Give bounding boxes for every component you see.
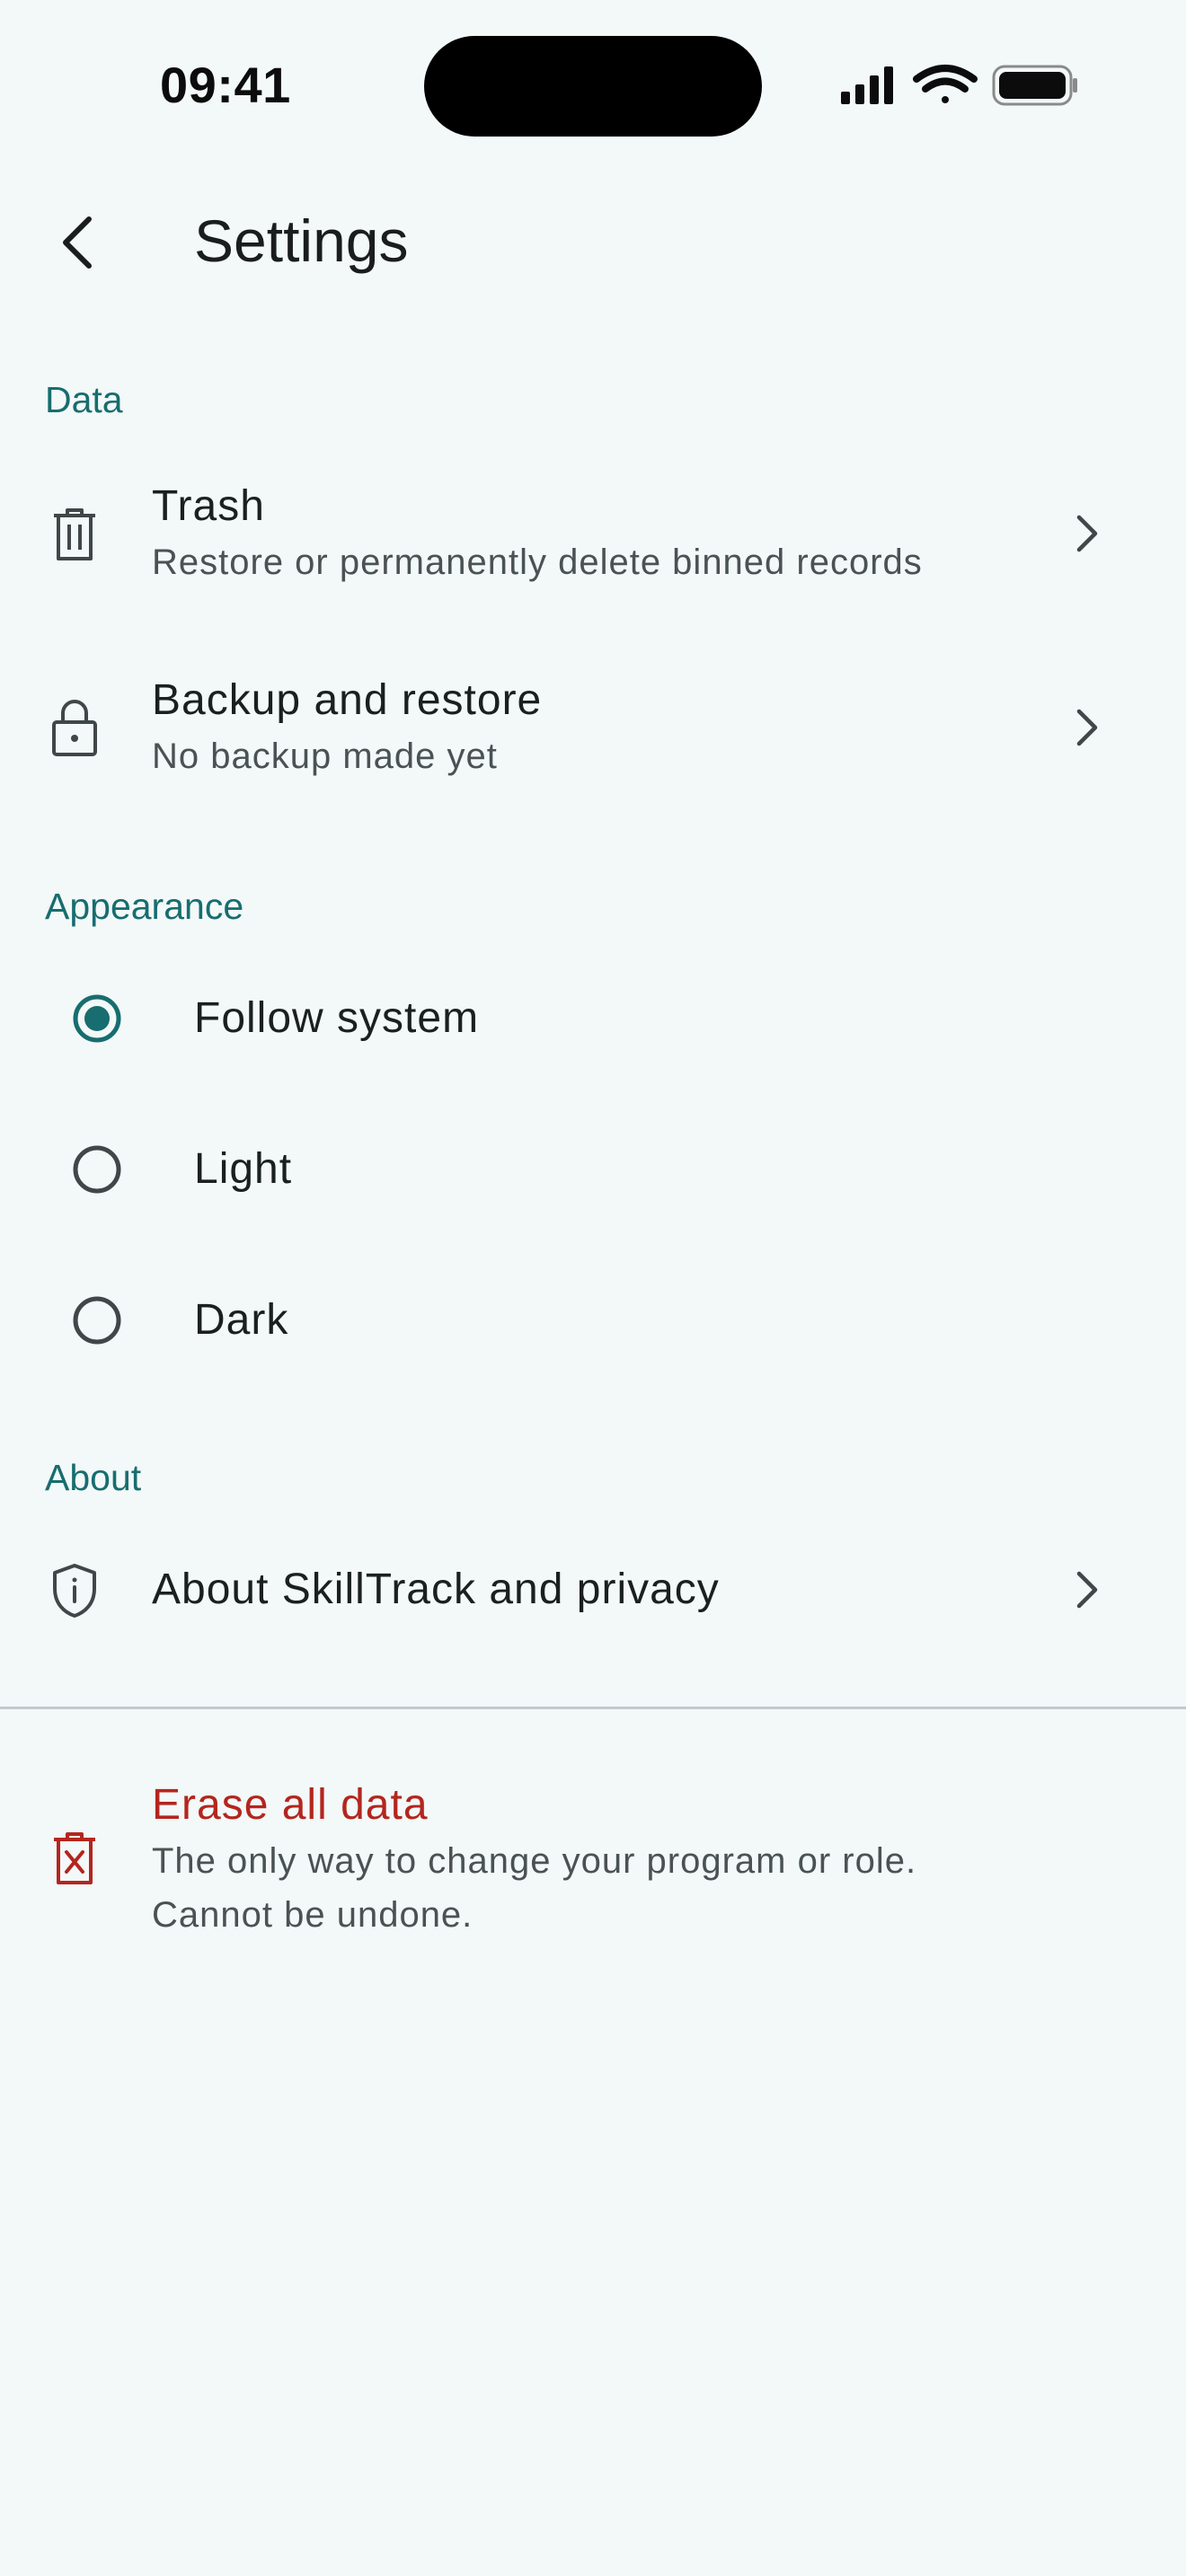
- settings-item-backup[interactable]: Backup and restore No backup made yet: [0, 661, 1186, 796]
- section-divider: [0, 1707, 1186, 1709]
- wifi-icon: [913, 65, 978, 103]
- section-header-appearance: Appearance: [45, 886, 244, 927]
- chevron-right-icon: [1069, 507, 1105, 560]
- radio-selected-icon[interactable]: [72, 993, 122, 1044]
- dynamic-island: [424, 36, 762, 137]
- section-header-about: About: [45, 1457, 142, 1498]
- status-icons: [837, 63, 1080, 108]
- theme-option-follow-system[interactable]: Follow system: [0, 974, 1186, 1063]
- settings-item-subtitle: No backup made yet: [152, 737, 498, 776]
- settings-item-title: Backup and restore: [152, 676, 543, 724]
- theme-option-label: Follow system: [194, 994, 480, 1042]
- settings-item-title: About SkillTrack and privacy: [152, 1566, 720, 1613]
- status-time: 09:41: [160, 57, 291, 113]
- battery-icon: [992, 65, 1077, 106]
- chevron-right-icon: [1069, 1563, 1105, 1617]
- erase-all-data-item[interactable]: Erase all data The only way to change yo…: [0, 1768, 1186, 1956]
- erase-all-data-subtitle-line1: The only way to change your program or r…: [152, 1841, 917, 1881]
- back-arrow-icon: [63, 216, 92, 269]
- settings-item-trash[interactable]: Trash Restore or permanently delete binn…: [0, 467, 1186, 602]
- settings-item-about-privacy[interactable]: About SkillTrack and privacy: [0, 1541, 1186, 1640]
- radio-unselected-icon[interactable]: [72, 1144, 122, 1195]
- theme-option-dark[interactable]: Dark: [0, 1275, 1186, 1365]
- trash-icon: [45, 505, 104, 564]
- radio-unselected-icon[interactable]: [72, 1295, 122, 1345]
- settings-item-subtitle: Restore or permanently delete binned rec…: [152, 543, 923, 582]
- delete-x-icon: [45, 1829, 104, 1888]
- shield-info-icon: [45, 1561, 104, 1620]
- theme-option-label: Light: [194, 1145, 293, 1193]
- page-title: Settings: [194, 207, 409, 274]
- erase-all-data-subtitle-line2: Cannot be undone.: [152, 1895, 474, 1935]
- theme-option-light[interactable]: Light: [0, 1125, 1186, 1214]
- theme-option-label: Dark: [194, 1296, 289, 1344]
- back-button[interactable]: [45, 207, 108, 278]
- signal-icon: [841, 66, 893, 104]
- section-header-data: Data: [45, 379, 123, 420]
- erase-all-data-title: Erase all data: [152, 1781, 429, 1829]
- lock-icon: [45, 699, 104, 758]
- chevron-right-icon: [1069, 701, 1105, 754]
- settings-item-title: Trash: [152, 482, 265, 530]
